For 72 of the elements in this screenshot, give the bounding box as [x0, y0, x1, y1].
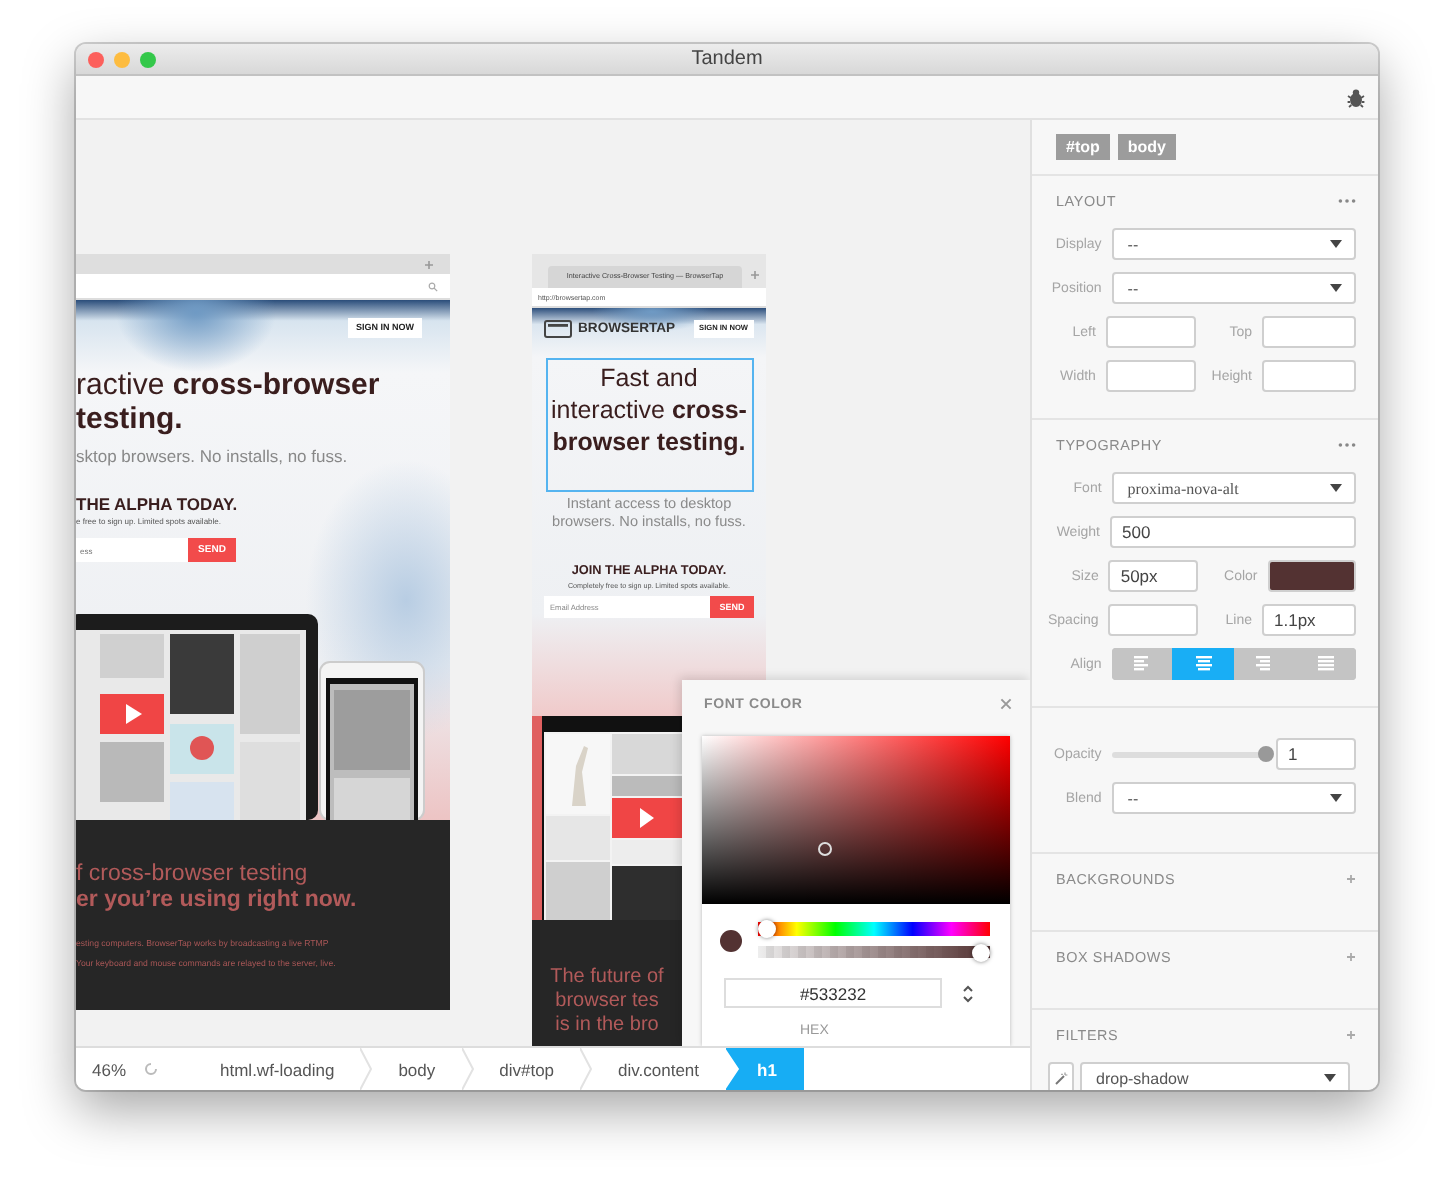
logo-icon: [544, 319, 572, 337]
align-center-icon: [1195, 656, 1212, 672]
input-field[interactable]: 1: [1276, 738, 1356, 770]
wand-icon: [1054, 1071, 1068, 1085]
heading-line: er you’re using right now.: [76, 888, 359, 914]
new-tab-icon[interactable]: [424, 259, 434, 269]
more-icon[interactable]: [1338, 442, 1356, 448]
dropdown[interactable]: proxima-nova-alt: [1111, 472, 1356, 504]
dropdown[interactable]: --: [1111, 272, 1356, 304]
input-field[interactable]: [1108, 604, 1199, 636]
hex-field[interactable]: #533232: [724, 978, 942, 1008]
color-field[interactable]: [702, 736, 1010, 904]
dropdown-value: drop-shadow: [1096, 1069, 1189, 1087]
breadcrumb[interactable]: div.content: [592, 1048, 726, 1090]
input-field[interactable]: 500: [1110, 516, 1356, 548]
more-icon[interactable]: [1338, 198, 1356, 204]
color-picker-handle[interactable]: [817, 842, 832, 857]
add-icon[interactable]: [1346, 1030, 1356, 1040]
opacity-slider[interactable]: [758, 946, 990, 958]
signup-heading: THE ALPHA TODAY.: [76, 494, 240, 514]
caret-icon: [1324, 1074, 1336, 1082]
input-field[interactable]: 50px: [1108, 560, 1199, 592]
headline: ractive cross-browser testing.: [76, 368, 382, 436]
wand-button[interactable]: [1048, 1062, 1074, 1090]
input-field[interactable]: [1262, 316, 1356, 348]
align-right-icon: [1256, 656, 1273, 672]
breadcrumb[interactable]: div#top: [473, 1048, 581, 1090]
format-toggle[interactable]: [962, 983, 974, 1003]
zoom-level: 46%: [90, 1059, 127, 1079]
slider-thumb[interactable]: [972, 943, 990, 961]
dropdown[interactable]: drop-shadow: [1080, 1062, 1350, 1090]
search-icon[interactable]: [428, 281, 438, 291]
slider-thumb[interactable]: [1258, 746, 1274, 762]
caret-icon: [1330, 284, 1342, 292]
color-preview: [720, 929, 742, 951]
zoom-button[interactable]: [140, 51, 156, 67]
heading-line: The future of: [548, 966, 666, 990]
input-field[interactable]: [1105, 316, 1196, 348]
breadcrumb[interactable]: html.wf-loading: [194, 1048, 361, 1090]
align-center-button[interactable]: [1172, 648, 1234, 680]
hue-slider[interactable]: [758, 922, 990, 936]
slider-thumb[interactable]: [758, 920, 776, 938]
align-left-icon: [1134, 656, 1151, 672]
window-title: Tandem: [689, 48, 765, 70]
heading-line: is in the bro: [553, 1014, 661, 1038]
breadcrumb[interactable]: body: [372, 1048, 462, 1090]
new-tab-icon[interactable]: [750, 270, 760, 280]
dropdown-value: --: [1127, 279, 1139, 297]
dropdown[interactable]: --: [1111, 228, 1356, 260]
heading-line: browser tes: [553, 990, 661, 1014]
caret-icon: [1330, 484, 1342, 492]
add-icon[interactable]: [1346, 874, 1356, 884]
spinner-icon: [144, 1062, 159, 1076]
bug-icon[interactable]: [1346, 87, 1366, 107]
heading-line: f cross-browser testing: [76, 862, 310, 888]
color-swatch[interactable]: [1267, 560, 1356, 592]
close-button[interactable]: [1000, 698, 1012, 710]
close-button[interactable]: [88, 51, 104, 67]
add-icon[interactable]: [1346, 952, 1356, 962]
caret-icon: [1330, 794, 1342, 802]
input-field[interactable]: [1105, 360, 1196, 392]
minimize-button[interactable]: [114, 51, 130, 67]
input-field[interactable]: [1262, 360, 1356, 392]
headline: Fast and interactive cross-browser testing.: [545, 358, 753, 492]
subtitle: sktop browsers. No installs, no fuss.: [76, 446, 350, 466]
dropdown-value: proxima-nova-alt: [1127, 479, 1239, 497]
caret-icon: [1330, 240, 1342, 248]
dropdown-value: --: [1127, 789, 1139, 807]
align-justify-icon: [1317, 656, 1334, 672]
dropdown[interactable]: --: [1111, 782, 1356, 814]
input-field[interactable]: 1.1px: [1262, 604, 1356, 636]
dropdown-value: --: [1127, 235, 1139, 253]
